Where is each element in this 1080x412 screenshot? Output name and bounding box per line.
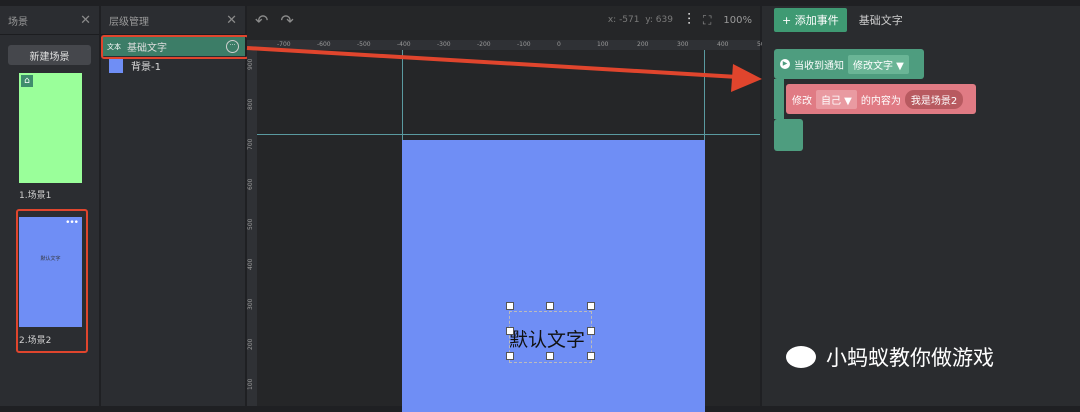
ruler-tick: -600 <box>317 41 331 48</box>
close-icon[interactable]: ✕ <box>226 13 237 28</box>
zoom-level[interactable]: 100% <box>723 15 752 26</box>
redo-icon[interactable]: ↷ <box>280 11 293 30</box>
scene-thumbnail-1[interactable]: ⌂ <box>19 73 82 183</box>
ruler-tick: 0 <box>557 41 561 48</box>
action-prefix: 修改 <box>792 95 812 107</box>
resize-handle[interactable] <box>506 352 514 360</box>
scenes-title: 场景 <box>8 16 28 28</box>
layers-title: 层级管理 <box>109 16 149 28</box>
scenes-header: 场景 ✕ <box>0 6 99 35</box>
ruler-tick: -700 <box>277 41 291 48</box>
coordinate-readout: x: -571 y: 639 <box>607 15 673 25</box>
resize-handle[interactable] <box>587 302 595 310</box>
ruler-tick: -500 <box>357 41 371 48</box>
ruler-tick: -400 <box>397 41 411 48</box>
ruler-tick: 300 <box>247 298 254 310</box>
ruler-tick: -300 <box>437 41 451 48</box>
resize-handle[interactable] <box>506 302 514 310</box>
ruler-tick: 900 <box>247 58 254 70</box>
events-header: + 添加事件 基础文字 <box>762 6 1080 34</box>
target-dropdown[interactable]: 自己 ▼ <box>816 89 857 109</box>
ruler-tick: 100 <box>597 41 609 48</box>
ruler-tick: 200 <box>247 338 254 350</box>
ruler-tick: 200 <box>637 41 649 48</box>
ruler-tick: 600 <box>247 178 254 190</box>
action-middle: 的内容为 <box>860 95 901 107</box>
ruler-tick: 400 <box>717 41 729 48</box>
events-title: 基础文字 <box>858 14 903 27</box>
resize-handle[interactable] <box>546 302 554 310</box>
ruler-tick: 300 <box>677 41 689 48</box>
content-value-input[interactable]: 我是场景2 <box>904 89 964 109</box>
highlight-box <box>16 209 88 353</box>
horizontal-ruler: -700 -600 -500 -400 -300 -200 -100 0 100 200 300 40… <box>247 40 768 50</box>
event-trigger-block[interactable]: ▶ 当收到通知 修改文字 ▼ <box>774 49 924 79</box>
ruler-tick: 400 <box>247 258 254 270</box>
layers-panel: 层级管理 ✕ 文本 基础文字 ··· 背景-1 <box>101 6 245 406</box>
play-icon: ▶ <box>780 59 790 69</box>
watermark: 小蚂蚁教你做游戏 <box>786 342 994 372</box>
vertical-ruler: 900 800 700 600 500 400 300 200 100 <box>247 50 257 406</box>
event-block-foot <box>774 119 803 151</box>
resize-handle[interactable] <box>587 327 595 335</box>
undo-icon[interactable]: ↶ <box>255 11 268 30</box>
image-swatch-icon <box>109 58 123 73</box>
new-scene-button[interactable]: 新建场景 <box>8 45 91 65</box>
layer-label: 背景-1 <box>131 62 161 73</box>
canvas-toolbar: ↶ ↷ x: -571 y: 639 ⫶ ⛶ 100% <box>247 6 760 34</box>
ruler-tick: 800 <box>247 98 254 110</box>
ruler-tick: 500 <box>247 218 254 230</box>
resize-handle[interactable] <box>587 352 595 360</box>
highlight-box <box>101 35 249 59</box>
resize-handle[interactable] <box>546 352 554 360</box>
ruler-tick: -200 <box>477 41 491 48</box>
guide-line <box>257 134 760 135</box>
close-icon[interactable]: ✕ <box>80 13 91 28</box>
resize-handle[interactable] <box>506 327 514 335</box>
add-event-button[interactable]: + 添加事件 <box>774 8 847 32</box>
trigger-label: 当收到通知 <box>794 60 844 72</box>
home-icon: ⌂ <box>21 75 33 87</box>
wechat-icon <box>786 346 816 368</box>
canvas-area: ↶ ↷ x: -571 y: 639 ⫶ ⛶ 100% -700 -600 -500… <box>247 6 768 412</box>
ruler-tick: -100 <box>517 41 531 48</box>
trigger-dropdown[interactable]: 修改文字 ▼ <box>848 54 909 74</box>
fit-screen-icon[interactable]: ⛶ <box>703 13 711 28</box>
event-block-stem <box>774 79 784 119</box>
action-block[interactable]: 修改 自己 ▼ 的内容为 我是场景2 <box>786 84 976 114</box>
ruler-tick: 700 <box>247 138 254 150</box>
adjust-icon[interactable]: ⫶ <box>687 10 691 30</box>
scene-label-1: 1.场景1 <box>19 191 52 201</box>
layers-header: 层级管理 ✕ <box>101 6 245 35</box>
ruler-tick: 100 <box>247 378 254 390</box>
scene-stage[interactable]: 默认文字 <box>402 140 705 412</box>
